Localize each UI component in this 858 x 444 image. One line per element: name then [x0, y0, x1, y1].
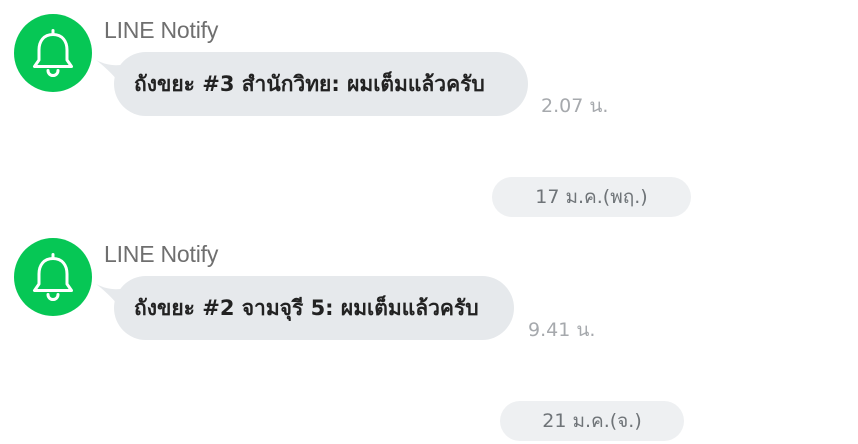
- date-separator: 17 ม.ค.(พฤ.): [492, 177, 691, 217]
- date-separator: 21 ม.ค.(จ.): [500, 401, 684, 441]
- sender-name: LINE Notify: [104, 17, 219, 43]
- sender-name: LINE Notify: [104, 241, 219, 267]
- chat-area: LINE Notify ถังขยะ #3 สำนักวิทย: ผมเต็มแ…: [0, 0, 858, 444]
- bell-icon: [33, 253, 73, 302]
- sender-avatar[interactable]: [14, 238, 92, 316]
- message-bubble[interactable]: ถังขยะ #2 จามจุรี 5: ผมเต็มแล้วครับ: [114, 276, 514, 340]
- message-text: ถังขยะ #2 จามจุรี 5: ผมเต็มแล้วครับ: [134, 295, 479, 320]
- message-text: ถังขยะ #3 สำนักวิทย: ผมเต็มแล้วครับ: [134, 71, 485, 96]
- sender-avatar[interactable]: [14, 14, 92, 92]
- message-time: 2.07 น.: [541, 95, 609, 117]
- bell-icon: [33, 29, 73, 78]
- message-time: 9.41 น.: [528, 319, 596, 341]
- message-bubble[interactable]: ถังขยะ #3 สำนักวิทย: ผมเต็มแล้วครับ: [114, 52, 528, 116]
